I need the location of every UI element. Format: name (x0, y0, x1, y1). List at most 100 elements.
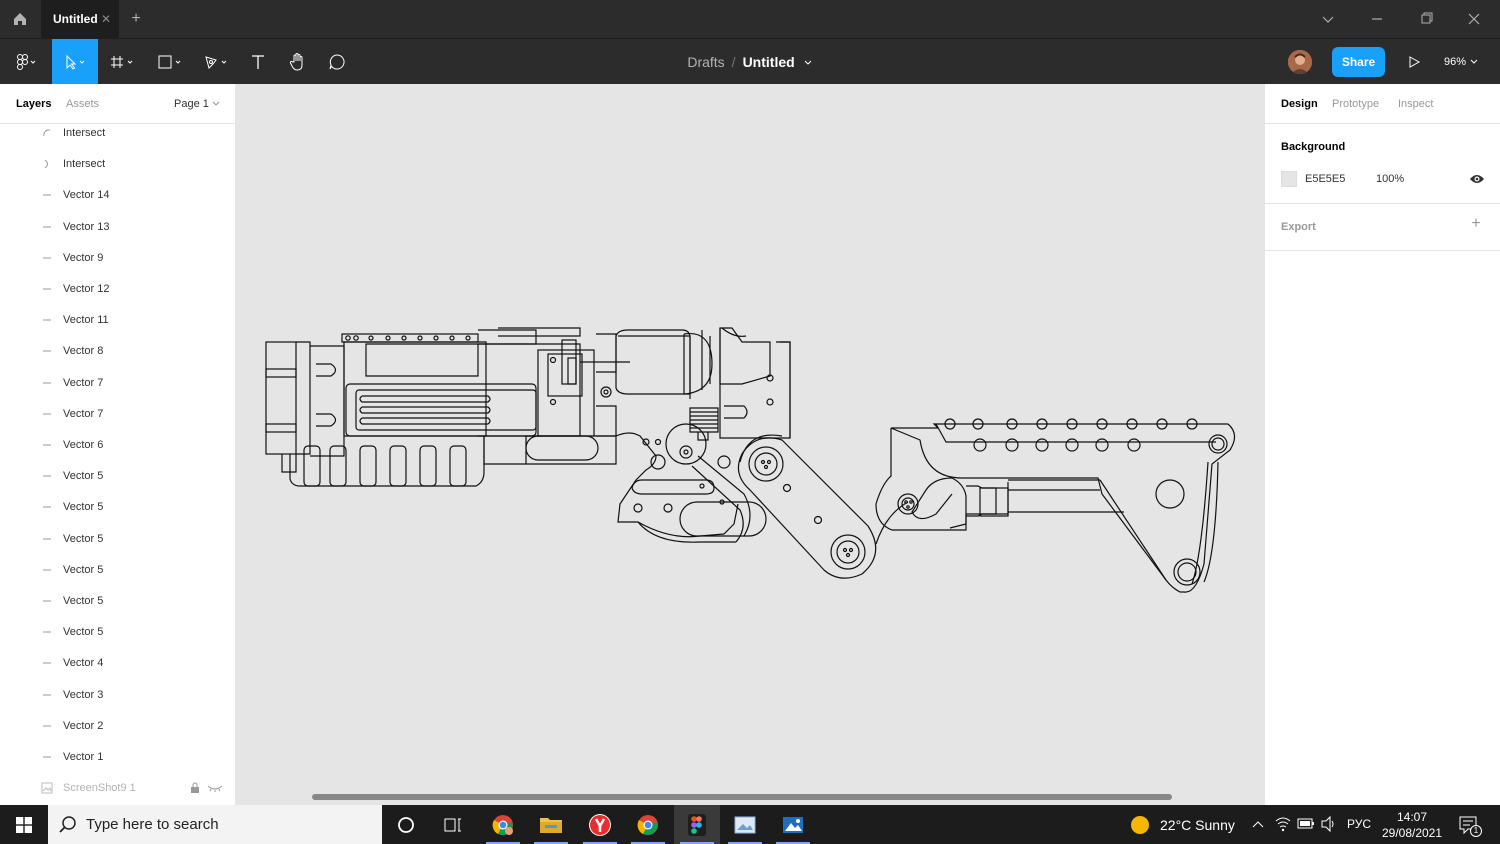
plus-icon[interactable]: + (1468, 216, 1484, 232)
task-view-button[interactable] (430, 805, 476, 844)
hidden-eye-icon[interactable] (207, 783, 223, 796)
start-button[interactable] (0, 805, 47, 844)
horizontal-scrollbar[interactable] (312, 794, 1172, 800)
canvas[interactable]: ? (236, 84, 1264, 805)
close-window-icon[interactable] (1464, 10, 1484, 28)
layer-row[interactable]: Vector 7 (0, 368, 235, 398)
file-name[interactable]: Untitled (743, 54, 795, 70)
document-tab[interactable]: Untitled ✕ (41, 0, 119, 38)
layer-row[interactable]: Vector 1 (0, 742, 235, 772)
layer-name: Vector 5 (63, 532, 104, 545)
tab-layers[interactable]: Layers (16, 98, 51, 110)
sun-icon (1131, 815, 1149, 834)
avatar[interactable] (1288, 50, 1312, 74)
layer-name: Vector 3 (63, 688, 104, 701)
layer-row[interactable]: Intersect (0, 118, 235, 148)
title-bar: Untitled ✕ + (0, 0, 1500, 38)
chevron-down-icon[interactable] (1318, 10, 1338, 28)
vector-icon (40, 470, 54, 482)
layer-row[interactable]: ScreenShot9 1 (0, 773, 235, 803)
vector-icon (40, 626, 54, 638)
layer-row[interactable]: Vector 5 (0, 492, 235, 522)
layer-row[interactable]: Vector 14 (0, 180, 235, 210)
tab-inspect[interactable]: Inspect (1398, 98, 1433, 110)
taskbar-app-photos[interactable] (770, 805, 816, 844)
chevron-up-icon[interactable] (1250, 805, 1266, 844)
restore-window-icon[interactable] (1416, 10, 1436, 28)
taskbar-app-file-explorer[interactable] (528, 805, 574, 844)
layer-row[interactable]: Vector 5 (0, 555, 235, 585)
taskbar-app-chrome-profile[interactable] (480, 805, 526, 844)
eye-icon[interactable] (1469, 172, 1485, 186)
hand-tool-button[interactable] (284, 39, 312, 85)
comment-tool-button[interactable] (324, 39, 350, 85)
file-menu-chevron-icon[interactable] (803, 54, 813, 70)
system-clock[interactable]: 14:07 29/08/2021 (1380, 809, 1444, 841)
layer-row[interactable]: Vector 9 (0, 243, 235, 273)
layer-row[interactable]: Vector 13 (0, 212, 235, 242)
layer-row[interactable]: Vector 3 (0, 680, 235, 710)
intersect-arc-icon (40, 127, 54, 139)
home-icon (14, 13, 26, 25)
cortana-button[interactable] (383, 805, 429, 844)
background-color-swatch[interactable] (1281, 171, 1297, 187)
layer-row[interactable]: Vector 2 (0, 711, 235, 741)
main-menu-button[interactable] (4, 39, 48, 85)
background-title: Background (1281, 141, 1346, 153)
vector-icon (40, 657, 54, 669)
toolbar: Drafts / Untitled Share 96% (0, 38, 1500, 85)
tab-design[interactable]: Design (1281, 98, 1318, 110)
weapon-vector-drawing[interactable] (236, 84, 1264, 805)
background-opacity-input[interactable]: 100% (1376, 173, 1404, 185)
present-button[interactable] (1400, 39, 1428, 85)
frame-tool-button[interactable] (104, 39, 144, 85)
home-button[interactable] (0, 0, 40, 38)
input-language[interactable]: РУС (1347, 817, 1371, 831)
page-selector[interactable]: Page 1 (174, 98, 220, 110)
photos-icon (783, 816, 803, 833)
figma-icon (688, 813, 706, 836)
taskbar-app-chrome[interactable] (625, 805, 671, 844)
tab-prototype[interactable]: Prototype (1332, 98, 1379, 110)
wifi-icon[interactable] (1274, 805, 1292, 844)
notification-center-button[interactable]: 1 (1456, 813, 1482, 837)
weather-widget[interactable]: 22°C Sunny (1130, 805, 1235, 844)
vector-icon (40, 189, 54, 201)
text-icon (252, 55, 264, 69)
figma-logo-icon (17, 54, 36, 70)
breadcrumb-drafts[interactable]: Drafts (687, 54, 724, 70)
new-tab-button[interactable]: + (126, 9, 146, 29)
pen-tool-button[interactable] (198, 39, 238, 85)
text-tool-button[interactable] (244, 39, 272, 85)
pen-icon (205, 56, 227, 69)
taskbar-app-figma[interactable] (674, 805, 720, 844)
lock-icon[interactable] (190, 782, 200, 797)
layer-name: Intersect (63, 127, 106, 139)
volume-icon[interactable] (1320, 805, 1338, 844)
layer-row[interactable]: Vector 8 (0, 336, 235, 366)
layer-row[interactable]: Vector 5 (0, 617, 235, 647)
layer-row[interactable]: Vector 4 (0, 648, 235, 678)
layer-row[interactable]: Intersect (0, 149, 235, 179)
share-button[interactable]: Share (1332, 47, 1385, 77)
layer-row[interactable]: Vector 12 (0, 274, 235, 304)
shape-tool-button[interactable] (152, 39, 192, 85)
layer-row[interactable]: Vector 11 (0, 305, 235, 335)
taskbar-search-box[interactable]: Type here to search (48, 805, 382, 844)
battery-icon[interactable] (1296, 805, 1316, 844)
background-hex-input[interactable]: E5E5E5 (1305, 173, 1345, 185)
taskbar-app-yandex[interactable] (577, 805, 623, 844)
taskbar-app-image-viewer[interactable] (722, 805, 768, 844)
tab-assets[interactable]: Assets (66, 98, 99, 110)
layer-row[interactable]: Vector 5 (0, 586, 235, 616)
close-tab-icon[interactable]: ✕ (101, 12, 111, 26)
vector-icon (40, 720, 54, 732)
vector-icon (40, 283, 54, 295)
minimize-window-icon[interactable] (1367, 10, 1387, 28)
layer-row[interactable]: Vector 7 (0, 399, 235, 429)
layer-row[interactable]: Vector 5 (0, 524, 235, 554)
layer-row[interactable]: Vector 6 (0, 430, 235, 460)
layer-row[interactable]: Vector 5 (0, 461, 235, 491)
move-tool-button[interactable] (52, 39, 98, 85)
zoom-menu[interactable]: 96% (1444, 39, 1478, 85)
